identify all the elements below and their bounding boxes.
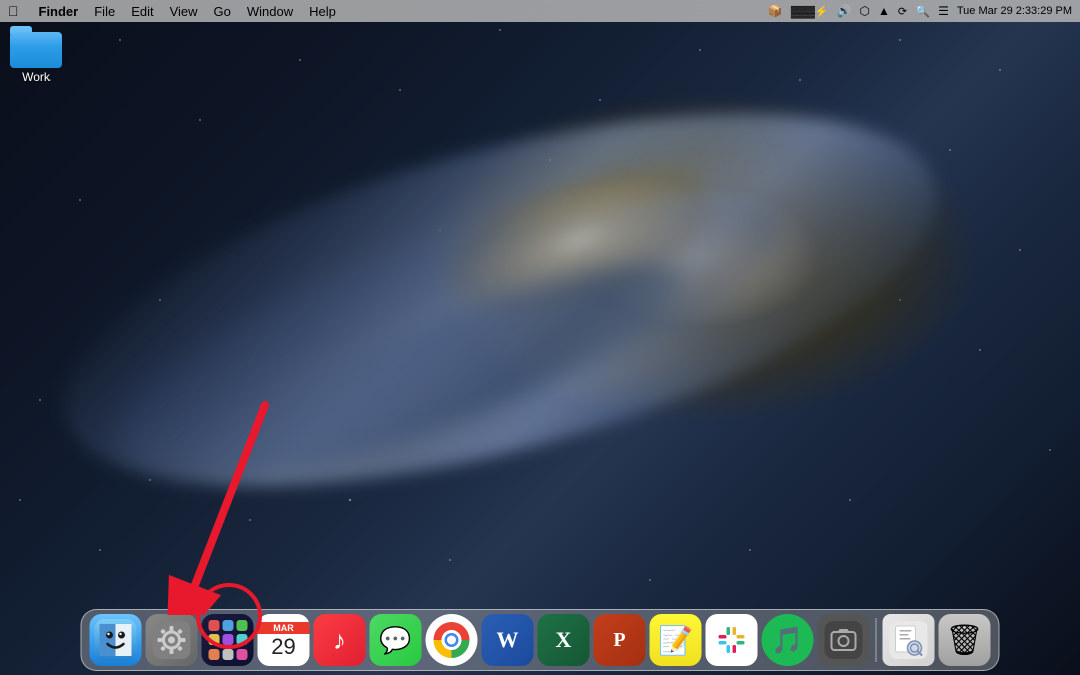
notification-icon[interactable]: ☰ <box>938 4 949 18</box>
dock-item-preview[interactable] <box>883 614 935 666</box>
dock-item-spotify[interactable]: 🎵 <box>762 614 814 666</box>
finder-icon-face <box>90 614 142 666</box>
menubar-right: 📦 ▓▓▓⚡ 🔊 ⬡ ▲ ⟳ 🔍 ☰ Tue Mar 29 2:33:29 PM <box>768 4 1072 18</box>
menu-edit[interactable]: Edit <box>131 4 153 19</box>
wifi-icon[interactable]: ▲ <box>878 4 890 18</box>
music-note-icon: ♪ <box>333 625 346 656</box>
dock-item-messages[interactable]: 💬 <box>370 614 422 666</box>
dock-item-photos[interactable] <box>818 614 870 666</box>
folder-body <box>10 32 62 68</box>
powerpoint-letter: P <box>613 629 625 652</box>
dock-item-word[interactable]: W <box>482 614 534 666</box>
notes-icon-glyph: 📝 <box>658 624 693 657</box>
desktop:  Finder File Edit View Go Window Help 📦… <box>0 0 1080 675</box>
dock-item-powerpoint[interactable]: P <box>594 614 646 666</box>
menu-file[interactable]: File <box>94 4 115 19</box>
search-icon[interactable]: 🔍 <box>915 4 930 18</box>
dock-item-chrome[interactable] <box>426 614 478 666</box>
volume-icon[interactable]: 🔊 <box>837 4 852 18</box>
datetime-display: Tue Mar 29 2:33:29 PM <box>957 5 1072 17</box>
menu-go[interactable]: Go <box>214 4 231 19</box>
dock-item-music[interactable]: ♪ <box>314 614 366 666</box>
dock-item-trash[interactable]: 🗑 <box>939 614 991 666</box>
dock-item-finder[interactable] <box>90 614 142 666</box>
calendar-month: MAR <box>258 622 310 634</box>
folder-icon <box>10 26 62 68</box>
annotation-arrow <box>165 395 325 620</box>
excel-letter: X <box>556 627 572 653</box>
word-letter: W <box>497 627 519 653</box>
menu-view[interactable]: View <box>170 4 198 19</box>
bluetooth-icon[interactable]: ⬡ <box>860 4 870 18</box>
dock-item-excel[interactable]: X <box>538 614 590 666</box>
trash-bin-icon: 🗑 <box>945 623 983 658</box>
dock-item-launchpad[interactable] <box>202 614 254 666</box>
messages-bubble-icon: 💬 <box>379 625 411 656</box>
spotify-icon-glyph: 🎵 <box>771 625 803 656</box>
time-machine-icon[interactable]: ⟳ <box>898 5 907 18</box>
dropbox-icon[interactable]: 📦 <box>768 4 783 18</box>
dock-item-calendar[interactable]: MAR 29 <box>258 614 310 666</box>
dock-item-slack[interactable] <box>706 614 758 666</box>
menubar-left:  Finder File Edit View Go Window Help <box>8 3 336 19</box>
apple-menu[interactable]:  <box>8 3 19 19</box>
menubar:  Finder File Edit View Go Window Help 📦… <box>0 0 1080 22</box>
menu-window[interactable]: Window <box>247 4 293 19</box>
calendar-day: 29 <box>271 634 295 658</box>
arrow-svg <box>165 395 325 615</box>
dock-item-system-preferences[interactable] <box>146 614 198 666</box>
battery-icon[interactable]: ▓▓▓⚡ <box>791 5 829 18</box>
desktop-folder-work[interactable]: Work <box>6 22 66 88</box>
dock-item-notes[interactable]: 📝 <box>650 614 702 666</box>
folder-label: Work <box>22 70 50 84</box>
menu-help[interactable]: Help <box>309 4 336 19</box>
menu-finder[interactable]: Finder <box>39 4 79 19</box>
dock-separator <box>876 618 877 662</box>
